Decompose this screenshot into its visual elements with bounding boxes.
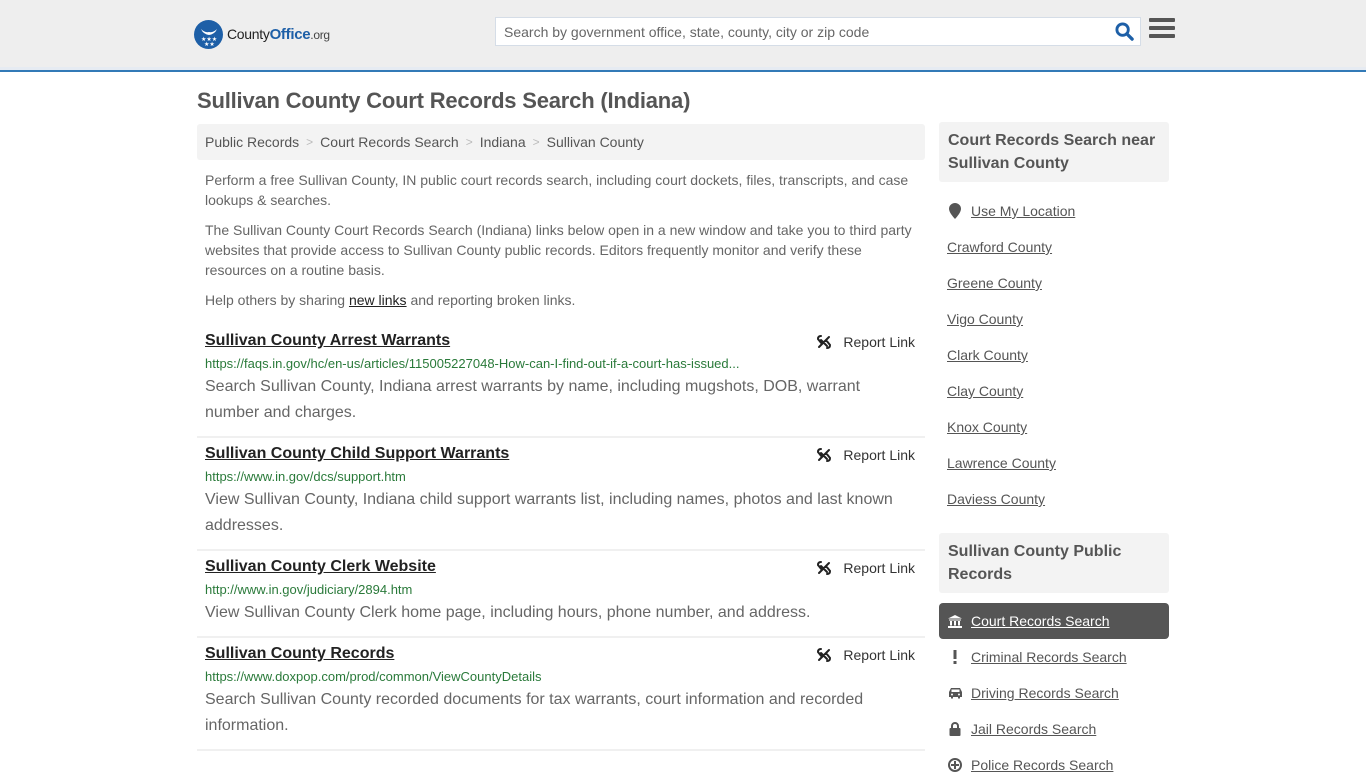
result-title-link[interactable]: Sullivan County Child Support Warrants	[205, 443, 509, 465]
nearby-county-link[interactable]: Lawrence County	[947, 455, 1056, 471]
result-url: https://www.in.gov/dcs/support.htm	[205, 469, 406, 484]
breadcrumb: Public Records > Court Records Search > …	[197, 124, 925, 160]
broken-link-icon	[817, 648, 832, 662]
breadcrumb-separator: >	[306, 135, 314, 149]
public-records-link[interactable]: Police Records Search	[971, 757, 1113, 773]
breadcrumb-indiana[interactable]: Indiana	[480, 134, 526, 150]
lock-icon	[947, 722, 963, 736]
result-title-link[interactable]: Sullivan County Clerk Website	[205, 556, 436, 578]
report-link-button[interactable]: Report Link	[816, 331, 915, 353]
broken-link-icon	[817, 448, 832, 462]
nearby-county-item: Vigo County	[939, 301, 1169, 337]
results-list: Sullivan County Arrest Warrants Report L…	[197, 325, 925, 751]
logo-wordmark: CountyOffice.org	[227, 26, 330, 43]
exclamation-icon	[947, 650, 963, 664]
nearby-county-link[interactable]: Greene County	[947, 275, 1042, 291]
nearby-county-item: Clark County	[939, 337, 1169, 373]
nearby-county-link[interactable]: Knox County	[947, 419, 1027, 435]
nearby-county-link[interactable]: Crawford County	[947, 239, 1052, 255]
nearby-county-item: Knox County	[939, 409, 1169, 445]
site-logo[interactable]: ★★★ ★★ CountyOffice.org	[194, 20, 330, 49]
svg-text:★★: ★★	[204, 41, 215, 46]
result-url: http://www.in.gov/judiciary/2894.htm	[205, 582, 413, 597]
public-records-link[interactable]: Criminal Records Search	[971, 649, 1127, 665]
report-link-button[interactable]: Report Link	[816, 644, 915, 666]
site-search	[495, 17, 1141, 46]
result-url: https://www.doxpop.com/prod/common/ViewC…	[205, 669, 542, 684]
broken-link-icon	[817, 335, 832, 349]
result-item: Sullivan County Records Report Link http…	[197, 638, 925, 751]
eagle-stars-logo-icon: ★★★ ★★	[194, 20, 223, 49]
nearby-county-item: Greene County	[939, 265, 1169, 301]
result-item: Sullivan County Arrest Warrants Report L…	[197, 325, 925, 438]
page-title: Sullivan County Court Records Search (In…	[197, 88, 691, 113]
result-description: View Sullivan County Clerk home page, in…	[205, 604, 811, 621]
public-records-item-court[interactable]: Court Records Search	[939, 603, 1169, 639]
public-records-item-driving[interactable]: Driving Records Search	[939, 675, 1169, 711]
result-item: Sullivan County Clerk Website Report Lin…	[197, 551, 925, 638]
nearby-heading: Court Records Search near Sullivan Count…	[939, 122, 1169, 182]
report-link-button[interactable]: Report Link	[816, 444, 915, 466]
result-description: Search Sullivan County, Indiana arrest w…	[205, 378, 861, 421]
intro-text: Perform a free Sullivan County, IN publi…	[205, 170, 920, 320]
report-link-button[interactable]: Report Link	[816, 557, 915, 579]
nearby-county-link[interactable]: Clark County	[947, 347, 1028, 363]
courthouse-icon	[947, 614, 963, 628]
nearby-county-item: Daviess County	[939, 481, 1169, 517]
result-description: Search Sullivan County recorded document…	[205, 691, 864, 734]
nearby-county-link[interactable]: Vigo County	[947, 311, 1023, 327]
top-header: ★★★ ★★ CountyOffice.org	[0, 0, 1366, 72]
public-records-heading: Sullivan County Public Records	[939, 533, 1169, 593]
result-url: https://faqs.in.gov/hc/en-us/articles/11…	[205, 356, 740, 371]
search-button[interactable]	[1108, 18, 1140, 45]
public-records-link[interactable]: Driving Records Search	[971, 685, 1119, 701]
search-icon	[1114, 22, 1134, 41]
breadcrumb-sullivan-county: Sullivan County	[546, 134, 644, 150]
public-records-link[interactable]: Court Records Search	[971, 613, 1110, 629]
broken-link-icon	[817, 561, 832, 575]
result-title-link[interactable]: Sullivan County Arrest Warrants	[205, 330, 450, 352]
sidebar: Court Records Search near Sullivan Count…	[939, 122, 1169, 783]
intro-paragraph-2: The Sullivan County Court Records Search…	[205, 222, 912, 278]
nearby-county-link[interactable]: Clay County	[947, 383, 1023, 399]
public-records-link[interactable]: Jail Records Search	[971, 721, 1096, 737]
result-item: Sullivan County Child Support Warrants R…	[197, 438, 925, 551]
result-description: View Sullivan County, Indiana child supp…	[205, 491, 893, 534]
use-my-location-link[interactable]: Use My Location	[971, 203, 1075, 219]
public-records-item-criminal[interactable]: Criminal Records Search	[939, 639, 1169, 675]
nearby-county-link[interactable]: Daviess County	[947, 491, 1045, 507]
nearby-county-item: Crawford County	[939, 229, 1169, 265]
breadcrumb-court-records-search[interactable]: Court Records Search	[320, 134, 459, 150]
intro-paragraph-1: Perform a free Sullivan County, IN publi…	[205, 172, 909, 208]
breadcrumb-separator: >	[532, 135, 540, 149]
nearby-county-item: Lawrence County	[939, 445, 1169, 481]
nearby-county-item: Clay County	[939, 373, 1169, 409]
result-title-link[interactable]: Sullivan County Records	[205, 643, 394, 665]
new-links-link[interactable]: new links	[349, 292, 407, 308]
breadcrumb-separator: >	[465, 135, 473, 149]
header-shade	[0, 67, 1366, 70]
search-input[interactable]	[496, 18, 1108, 45]
public-records-item-police[interactable]: Police Records Search	[939, 747, 1169, 783]
map-marker-icon	[947, 203, 963, 219]
intro-paragraph-3: Help others by sharing new links and rep…	[205, 292, 576, 308]
nearby-county-list: Use My Location Crawford County Greene C…	[939, 182, 1169, 517]
breadcrumb-public-records[interactable]: Public Records	[205, 134, 299, 150]
police-badge-icon	[947, 758, 963, 772]
public-records-item-jail[interactable]: Jail Records Search	[939, 711, 1169, 747]
use-my-location-item: Use My Location	[939, 193, 1169, 229]
hamburger-menu-icon[interactable]	[1149, 18, 1175, 42]
public-records-list: Court Records Search Criminal Records Se…	[939, 603, 1169, 783]
car-icon	[947, 687, 963, 699]
